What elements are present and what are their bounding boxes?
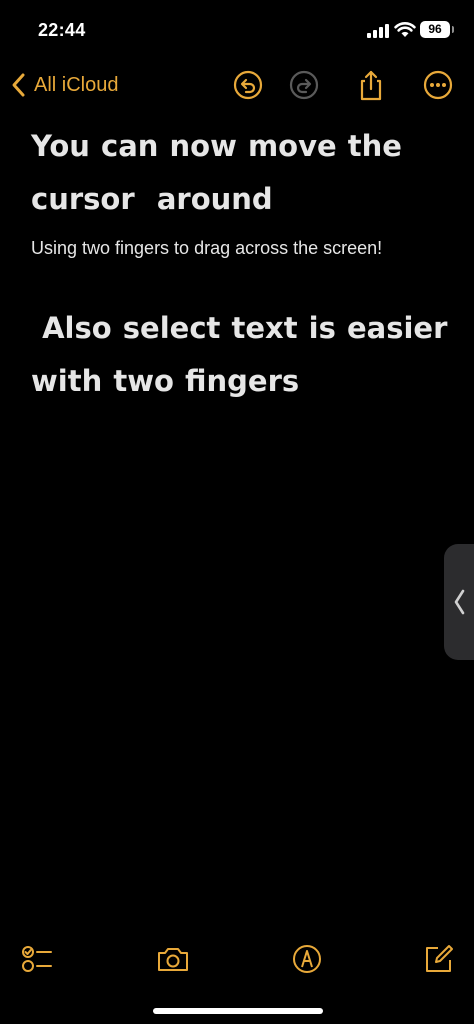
wifi-icon <box>394 22 416 37</box>
note-editor[interactable]: You can now move the cursor around Using… <box>31 120 450 408</box>
share-button[interactable] <box>354 68 388 102</box>
chevron-left-icon <box>454 589 465 615</box>
note-body-text[interactable]: Using two fingers to drag across the scr… <box>31 234 450 262</box>
nav-bar: All iCloud <box>0 62 474 108</box>
chevron-left-icon <box>12 73 25 97</box>
undo-icon <box>233 70 263 100</box>
undo-button[interactable] <box>231 68 265 102</box>
markup-icon <box>293 945 321 973</box>
compose-button[interactable] <box>421 941 457 977</box>
note-heading-2[interactable]: Also select text is easier with two fing… <box>31 302 450 408</box>
share-icon <box>360 70 382 101</box>
camera-button[interactable] <box>155 941 191 977</box>
status-bar: 22:44 96 <box>0 0 474 56</box>
status-time: 22:44 <box>38 20 86 40</box>
more-button[interactable] <box>421 68 455 102</box>
home-indicator <box>153 1008 323 1014</box>
checklist-icon <box>22 946 52 972</box>
redo-button[interactable] <box>287 68 321 102</box>
bottom-toolbar <box>0 935 474 981</box>
back-button[interactable]: All iCloud <box>8 68 118 102</box>
note-heading-1[interactable]: You can now move the cursor around <box>31 120 450 226</box>
redo-icon <box>289 70 319 100</box>
back-label: All iCloud <box>34 73 119 96</box>
markup-button[interactable] <box>289 941 325 977</box>
checklist-button[interactable] <box>18 941 54 977</box>
more-icon <box>423 70 453 100</box>
camera-icon <box>158 948 188 971</box>
compose-icon <box>426 945 453 972</box>
cellular-signal-icon <box>367 24 389 38</box>
side-panel-handle[interactable] <box>444 544 474 660</box>
battery-indicator: 96 <box>420 21 454 38</box>
